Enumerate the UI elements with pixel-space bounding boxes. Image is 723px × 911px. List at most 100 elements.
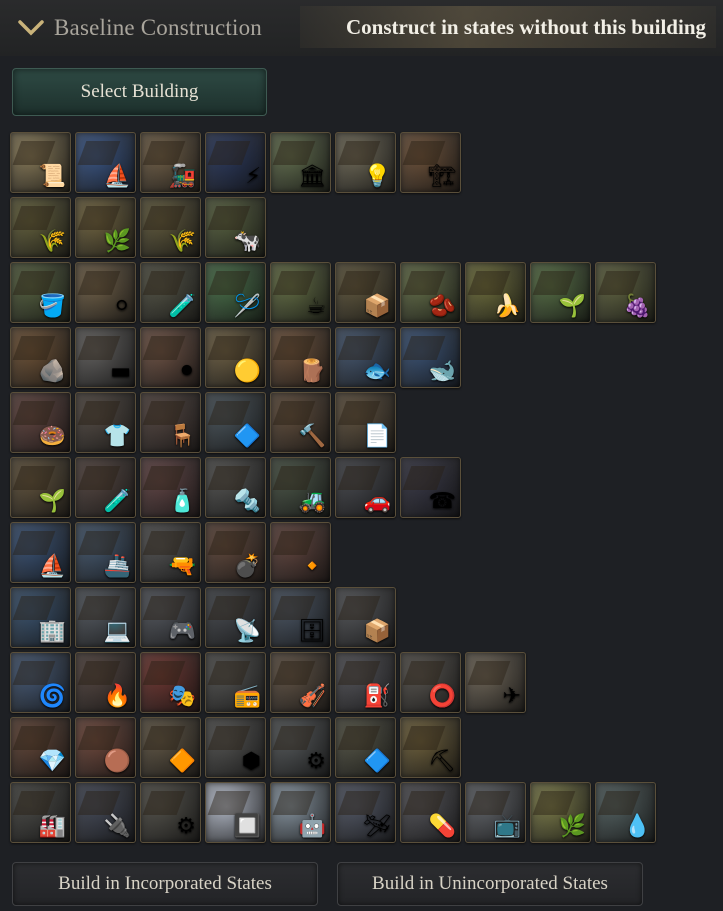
building-coffee-plantation-button[interactable]: 🫘 [400, 262, 461, 323]
building-water-treatment-button[interactable]: 💧 [595, 782, 656, 843]
building-logging-camp-button[interactable]: 🪵 [270, 327, 331, 388]
building-iron-mine-button[interactable]: ▬ [75, 327, 136, 388]
building-telecommunications-button[interactable]: 📡 [205, 587, 266, 648]
building-sulfur-mine-button[interactable]: 🟡 [205, 327, 266, 388]
maize-farm-icon: 🪣 [38, 294, 66, 319]
building-maize-farm-button[interactable]: 🪣 [10, 262, 71, 323]
building-airport-button[interactable]: ✈ [465, 652, 526, 713]
building-illustration [207, 466, 251, 490]
building-coal-mine-button[interactable]: 🪨 [10, 327, 71, 388]
building-logistics-hub-button[interactable]: 📦 [335, 587, 396, 648]
building-entertainment-studio-button[interactable]: 🎮 [140, 587, 201, 648]
building-concert-hall-button[interactable]: 🎻 [270, 652, 331, 713]
building-gas-extraction-button[interactable]: 🔷 [335, 717, 396, 778]
building-livestock-ranch-button[interactable]: 🐄 [205, 197, 266, 258]
robotics-factory-icon: 🤖 [298, 814, 326, 839]
building-financial-district-button[interactable]: 🏢 [10, 587, 71, 648]
building-illustration [77, 336, 121, 360]
building-glassworks-button[interactable]: 🔷 [205, 392, 266, 453]
dye-plantation-icon: 🧪 [168, 294, 196, 319]
section-collapse-toggle[interactable]: Baseline Construction [10, 10, 300, 46]
building-illustration [207, 271, 251, 295]
building-rubber-plant-button[interactable]: ⭕ [400, 652, 461, 713]
food-industry-icon: 🍩 [38, 424, 66, 449]
building-banana-plantation-button[interactable]: 🍌 [465, 262, 526, 323]
building-lead-mine-button[interactable]: ⚫ [140, 327, 201, 388]
building-oil-refinery-button[interactable]: 🔥 [75, 652, 136, 713]
building-rare-earth-mine-button[interactable]: ⬢ [205, 717, 266, 778]
arts-academy-icon: 🎭 [168, 684, 196, 709]
building-power-plant-button[interactable]: ⚡ [205, 132, 266, 193]
building-artillery-foundry-button[interactable]: 💣 [205, 522, 266, 583]
building-electric-lighting-button[interactable]: 💡 [335, 132, 396, 193]
building-data-center-button[interactable]: 🗄 [270, 587, 331, 648]
building-agro-industry-button[interactable]: 🌿 [530, 782, 591, 843]
building-food-industry-button[interactable]: 🍩 [10, 392, 71, 453]
building-tooling-workshop-button[interactable]: 🔨 [270, 392, 331, 453]
building-rice-farm-button[interactable]: 🌿 [75, 197, 136, 258]
building-rye-farm-button[interactable]: 🌾 [140, 197, 201, 258]
building-bauxite-mine-button[interactable]: 🔶 [140, 717, 201, 778]
building-open-pit-mine-button[interactable]: ⛏ [400, 717, 461, 778]
building-fuel-depot-button[interactable]: ⛽ [335, 652, 396, 713]
building-vineyard-button[interactable]: 🍇 [595, 262, 656, 323]
building-military-shipyard-button[interactable]: 🚢 [75, 522, 136, 583]
building-software-company-button[interactable]: 💻 [75, 587, 136, 648]
building-heavy-industry-button[interactable]: 🏭 [10, 782, 71, 843]
building-appliance-factory-button[interactable]: 📺 [465, 782, 526, 843]
rare-earth-mine-icon: ⬢ [241, 749, 261, 774]
building-semiconductor-fab-button[interactable]: 🔲 [205, 782, 266, 843]
building-university-button[interactable]: 🏛 [270, 132, 331, 193]
building-machinery-plant-button[interactable]: ⚙ [140, 782, 201, 843]
build-unincorporated-button[interactable]: Build in Unincorporated States [337, 862, 643, 906]
building-robotics-factory-button[interactable]: 🤖 [270, 782, 331, 843]
building-illustration [467, 271, 511, 295]
building-electronics-factory-button[interactable]: 🔌 [75, 782, 136, 843]
building-tobacco-plantation-button[interactable]: 📦 [335, 262, 396, 323]
building-construction-sector-button[interactable]: 🏗 [400, 132, 461, 193]
synthetics-plant-icon: 🧪 [103, 489, 131, 514]
building-whaling-station-button[interactable]: 🐋 [400, 327, 461, 388]
building-aerospace-industry-button[interactable]: 🛩 [335, 782, 396, 843]
building-arts-academy-button[interactable]: 🎭 [140, 652, 201, 713]
railway-icon: 🚂 [168, 164, 196, 189]
building-gem-mine-button[interactable]: 💎 [10, 717, 71, 778]
building-motor-industry-button[interactable]: 🚜 [270, 457, 331, 518]
building-tea-plantation-button[interactable]: ☕ [270, 262, 331, 323]
building-silk-plantation-button[interactable]: 🪡 [205, 262, 266, 323]
wind-farm-icon: 🌀 [38, 684, 66, 709]
building-radio-station-button[interactable]: 📻 [205, 652, 266, 713]
building-cotton-plantation-button[interactable]: ⚪ [75, 262, 136, 323]
building-illustration [272, 401, 316, 425]
section-subtitle: Construct in states without this buildin… [346, 14, 706, 39]
build-incorporated-button[interactable]: Build in Incorporated States [12, 862, 318, 906]
building-electrics-industry-button[interactable]: ☎ [400, 457, 461, 518]
building-wind-farm-button[interactable]: 🌀 [10, 652, 71, 713]
building-munition-plant-button[interactable]: 🔸 [270, 522, 331, 583]
building-government-administration-button[interactable]: 📜 [10, 132, 71, 193]
building-opium-plantation-button[interactable]: 🌱 [530, 262, 591, 323]
building-uranium-mine-button[interactable]: ⚙ [270, 717, 331, 778]
chevron-down-icon[interactable] [16, 13, 46, 43]
building-shipyard-button[interactable]: ⛵ [10, 522, 71, 583]
building-illustration [402, 791, 446, 815]
select-building-button[interactable]: Select Building [12, 68, 267, 116]
building-copper-mine-button[interactable]: 🟤 [75, 717, 136, 778]
arms-industry-icon: 🔫 [168, 554, 196, 579]
building-synthetics-plant-button[interactable]: 🧪 [75, 457, 136, 518]
building-fishing-wharf-button[interactable]: 🐟 [335, 327, 396, 388]
building-paper-mill-button[interactable]: 📄 [335, 392, 396, 453]
logistics-hub-icon: 📦 [363, 619, 391, 644]
building-explosives-factory-button[interactable]: 🧴 [140, 457, 201, 518]
building-railway-button[interactable]: 🚂 [140, 132, 201, 193]
building-arms-industry-button[interactable]: 🔫 [140, 522, 201, 583]
building-chemical-plant-button[interactable]: 🌱 [10, 457, 71, 518]
building-wheat-farm-button[interactable]: 🌾 [10, 197, 71, 258]
building-steel-mill-button[interactable]: 🔩 [205, 457, 266, 518]
building-dye-plantation-button[interactable]: 🧪 [140, 262, 201, 323]
building-pharmaceutical-plant-button[interactable]: 💊 [400, 782, 461, 843]
building-port-button[interactable]: ⛵ [75, 132, 136, 193]
building-furniture-manufactory-button[interactable]: 🪑 [140, 392, 201, 453]
building-textile-mill-button[interactable]: 👕 [75, 392, 136, 453]
building-automobile-factory-button[interactable]: 🚗 [335, 457, 396, 518]
